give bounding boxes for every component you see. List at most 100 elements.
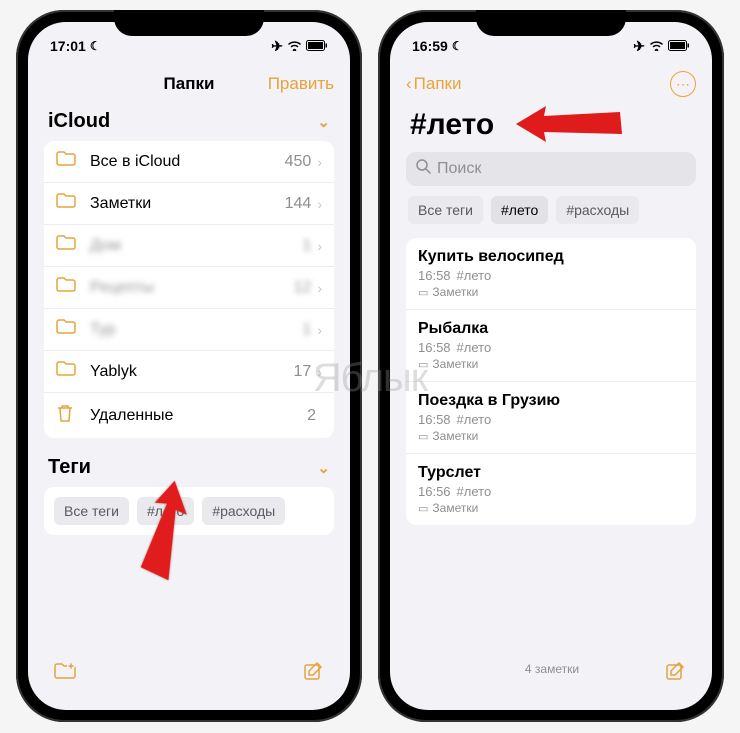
airplane-icon: ✈︎: [633, 38, 645, 55]
folder-name: Дом: [90, 237, 302, 255]
folder-icon: [56, 151, 78, 172]
status-time: 17:01: [50, 38, 86, 54]
folder-name: Рецепты: [90, 279, 294, 297]
folder-icon: [56, 361, 78, 382]
folder-count: 1: [302, 237, 311, 255]
note-folder: Заметки: [432, 285, 478, 299]
edit-button[interactable]: Править: [274, 74, 334, 94]
search-placeholder: Поиск: [437, 160, 481, 178]
folder-count: 17: [294, 363, 312, 381]
note-time: 16:58: [418, 268, 451, 283]
folder-count: 144: [285, 195, 312, 213]
more-button[interactable]: ⋯: [670, 71, 696, 97]
status-icons: ✈︎: [633, 38, 690, 55]
note-item[interactable]: Купить велосипед 16:58 #лето ▭ Заметки: [406, 238, 696, 310]
note-folder: Заметки: [432, 357, 478, 371]
back-button[interactable]: ‹ Папки: [406, 74, 476, 94]
chevron-down-icon: ⌄: [317, 459, 330, 477]
note-title: Купить велосипед: [418, 248, 684, 266]
bottom-toolbar: [28, 658, 350, 710]
folder-row[interactable]: Тур1›: [44, 309, 334, 351]
folder-icon: [56, 319, 78, 340]
battery-icon: [668, 38, 690, 54]
note-time: 16:56: [418, 484, 451, 499]
folder-count: 450: [285, 153, 312, 171]
folder-icon: ▭: [418, 502, 428, 515]
phone-left: 17:01 ☾ ✈︎ Папки Править iCloud ⌄: [16, 10, 362, 722]
notch: [114, 10, 264, 36]
folder-name: Yablyk: [90, 363, 294, 381]
battery-icon: [306, 38, 328, 54]
note-tag: #лето: [457, 268, 492, 283]
folder-row[interactable]: Все в iCloud450›: [44, 141, 334, 183]
note-tag: #лето: [457, 340, 492, 355]
page-title: Папки: [104, 74, 274, 94]
note-time: 16:58: [418, 412, 451, 427]
folder-count: 12: [294, 279, 312, 297]
section-title: Теги: [48, 456, 91, 479]
nav-bar: Папки Править: [28, 62, 350, 106]
folder-count: 1: [302, 321, 311, 339]
folder-name: Заметки: [90, 195, 285, 213]
note-item[interactable]: Поездка в Грузию 16:58 #лето ▭ Заметки: [406, 382, 696, 454]
wifi-icon: [287, 38, 302, 54]
note-time: 16:58: [418, 340, 451, 355]
chevron-down-icon: ⌄: [317, 113, 330, 131]
note-title: Поездка в Грузию: [418, 392, 684, 410]
folder-row[interactable]: Yablyk17 ›: [44, 351, 334, 393]
folder-row[interactable]: Рецепты12 ›: [44, 267, 334, 309]
tag-filter-row: Все теги #лето #расходы: [406, 196, 696, 224]
chevron-right-icon: ›: [317, 238, 322, 254]
folder-row[interactable]: Заметки144 ›: [44, 183, 334, 225]
folder-row[interactable]: Удаленные2: [44, 393, 334, 438]
search-icon: [416, 159, 431, 179]
airplane-icon: ✈︎: [271, 38, 283, 55]
status-icons: ✈︎: [271, 38, 328, 55]
note-item[interactable]: Турслет16:56#лето▭Заметки: [406, 454, 696, 525]
chevron-right-icon: ›: [317, 322, 322, 338]
folder-icon: ▭: [418, 430, 428, 443]
search-input[interactable]: Поиск: [406, 152, 696, 186]
compose-button[interactable]: [666, 662, 686, 688]
dnd-icon: ☾: [452, 39, 463, 53]
chevron-right-icon: ›: [317, 364, 322, 380]
trash-icon: [56, 403, 78, 428]
folder-icon: [56, 235, 78, 256]
section-title: iCloud: [48, 110, 110, 133]
folder-icon: ▭: [418, 358, 428, 371]
folders-card: Все в iCloud450›Заметки144›Дом1›Рецепты1…: [44, 141, 334, 438]
note-tag: #лето: [457, 484, 492, 499]
ellipsis-icon: ⋯: [676, 76, 690, 93]
bottom-toolbar: 4 заметки: [390, 658, 712, 710]
folder-count: 2: [307, 407, 316, 425]
tag-chip[interactable]: Все теги: [408, 196, 483, 224]
wifi-icon: [649, 38, 664, 54]
note-tag: #лето: [457, 412, 492, 427]
status-time: 16:59: [412, 38, 448, 54]
chevron-right-icon: ›: [317, 154, 322, 170]
folder-icon: [56, 277, 78, 298]
tag-chip[interactable]: #расходы: [556, 196, 639, 224]
notes-list: Купить велосипед16:58#лето▭ЗаметкиРыбалк…: [406, 238, 696, 525]
folder-name: Удаленные: [90, 407, 307, 425]
dnd-icon: ☾: [90, 39, 101, 53]
note-title: Рыбалка: [418, 320, 684, 338]
new-folder-button[interactable]: [54, 662, 76, 686]
notch: [476, 10, 626, 36]
folder-row[interactable]: Дом1 ›: [44, 225, 334, 267]
note-folder: Заметки: [432, 429, 478, 443]
section-header-icloud[interactable]: iCloud ⌄: [48, 110, 330, 133]
annotation-arrow-right: [510, 94, 630, 154]
compose-button[interactable]: [304, 662, 324, 688]
annotation-arrow-left: [110, 472, 200, 592]
tag-chip[interactable]: #лето: [491, 196, 548, 224]
folder-icon: [56, 193, 78, 214]
note-item[interactable]: Рыбалка 16:58 #лето ▭ Заметки: [406, 310, 696, 382]
note-folder: Заметки: [432, 501, 478, 515]
chevron-right-icon: ›: [317, 280, 322, 296]
chevron-right-icon: ›: [317, 196, 322, 212]
tag-chip[interactable]: #расходы: [202, 497, 285, 525]
folder-icon: ▭: [418, 286, 428, 299]
notes-count: 4 заметки: [525, 662, 579, 676]
chevron-left-icon: ‹: [406, 74, 412, 94]
